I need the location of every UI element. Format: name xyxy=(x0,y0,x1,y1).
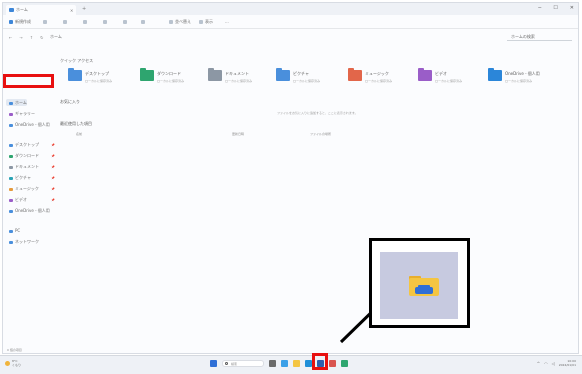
zoom-background xyxy=(380,252,458,319)
callout-pointer xyxy=(339,302,382,344)
zoom-callout xyxy=(369,238,470,328)
file-explorer-folder-icon xyxy=(409,276,439,296)
